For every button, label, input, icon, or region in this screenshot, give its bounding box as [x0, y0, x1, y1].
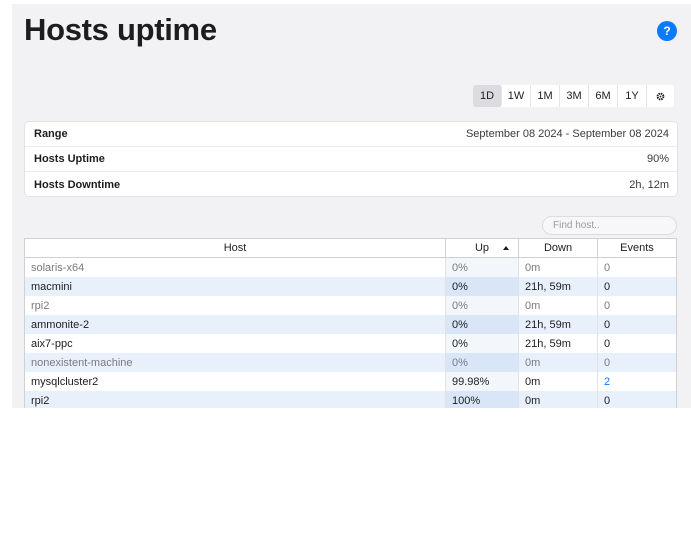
summary-range-row: Range September 08 2024 - September 08 2… [25, 122, 677, 147]
down-cell: 0m [519, 353, 598, 372]
sort-ascending-icon [503, 246, 509, 250]
find-host-input[interactable] [542, 216, 677, 235]
table-row[interactable]: rpi2 100% 0m 0 [25, 391, 676, 408]
host-cell: rpi2 [25, 296, 446, 315]
uptime-label: Hosts Uptime [34, 153, 105, 165]
down-cell: 21h, 59m [519, 277, 598, 296]
up-cell: 0% [446, 315, 519, 334]
host-cell: ammonite-2 [25, 315, 446, 334]
events-cell: 0 [604, 356, 611, 369]
down-cell: 21h, 59m [519, 334, 598, 353]
down-cell: 0m [519, 391, 598, 408]
table-row[interactable]: rpi2 0% 0m 0 [25, 296, 676, 315]
column-header-down[interactable]: Down [519, 239, 598, 257]
range-value: September 08 2024 - September 08 2024 [465, 128, 669, 140]
events-cell: 2 [598, 372, 676, 391]
up-cell: 0% [446, 258, 519, 277]
up-cell: 100% [446, 391, 519, 408]
range-6m-button[interactable]: 6M [589, 85, 618, 107]
up-cell: 0% [446, 296, 519, 315]
events-cell: 0 [604, 337, 611, 350]
host-cell: aix7-ppc [25, 334, 446, 353]
down-cell: 0m [519, 372, 598, 391]
host-cell: rpi2 [25, 391, 446, 408]
table-body: solaris-x64 0% 0m 0 macmini 0% 21h, 59m 0 rpi2 0%… [25, 258, 676, 408]
help-button[interactable]: ? [657, 21, 677, 41]
hosts-table: Host Up Down Events solaris-x64 0% 0m 0 macm… [24, 238, 677, 408]
gear-icon [656, 92, 665, 100]
downtime-value: 2h, 12m [629, 178, 669, 191]
up-cell: 0% [446, 277, 519, 296]
range-1d-button[interactable]: 1D [473, 85, 502, 107]
events-link[interactable]: 2 [604, 376, 610, 388]
range-selector: 1D 1W 1M 3M 6M 1Y [473, 85, 674, 107]
range-label: Range [34, 128, 68, 140]
host-cell: mysqlcluster2 [25, 372, 446, 391]
range-3m-button[interactable]: 3M [560, 85, 589, 107]
column-header-up-label: Up [474, 242, 490, 254]
column-header-host[interactable]: Host [25, 239, 446, 257]
uptime-value: 90% [646, 153, 669, 165]
table-header: Host Up Down Events [25, 239, 676, 258]
events-cell: 0 [604, 318, 611, 331]
settings-button[interactable] [647, 85, 674, 107]
events-cell: 0 [604, 261, 611, 274]
events-cell: 0 [604, 394, 611, 407]
up-cell: 0% [446, 334, 519, 353]
summary-card: Range September 08 2024 - September 08 2… [24, 121, 678, 197]
table-row[interactable]: macmini 0% 21h, 59m 0 [25, 277, 676, 296]
range-1m-button[interactable]: 1M [531, 85, 560, 107]
host-cell: nonexistent-machine [25, 353, 446, 372]
events-cell: 0 [604, 280, 611, 293]
table-row[interactable]: aix7-ppc 0% 21h, 59m 0 [25, 334, 676, 353]
down-cell: 0m [519, 296, 598, 315]
table-row[interactable]: ammonite-2 0% 21h, 59m 0 [25, 315, 676, 334]
up-cell: 0% [446, 353, 519, 372]
host-cell: solaris-x64 [25, 258, 446, 277]
up-cell: 99.98% [446, 372, 519, 391]
column-header-up[interactable]: Up [446, 239, 519, 257]
page-title: Hosts uptime [24, 12, 217, 47]
downtime-label: Hosts Downtime [34, 178, 121, 191]
range-1w-button[interactable]: 1W [502, 85, 531, 107]
down-cell: 0m [519, 258, 598, 277]
range-1y-button[interactable]: 1Y [618, 85, 647, 107]
table-row[interactable]: nonexistent-machine 0% 0m 0 [25, 353, 676, 372]
table-row[interactable]: mysqlcluster2 99.98% 0m 2 [25, 372, 676, 391]
summary-uptime-row: Hosts Uptime 90% [25, 147, 677, 172]
events-cell: 0 [604, 299, 611, 312]
down-cell: 21h, 59m [519, 315, 598, 334]
uptime-panel: Hosts uptime ? 1D 1W 1M 3M 6M 1Y Range S… [12, 4, 691, 408]
host-cell: macmini [25, 277, 446, 296]
summary-downtime-row: Hosts Downtime 2h, 12m [25, 172, 677, 197]
table-row[interactable]: solaris-x64 0% 0m 0 [25, 258, 676, 277]
column-header-events[interactable]: Events [598, 239, 676, 257]
